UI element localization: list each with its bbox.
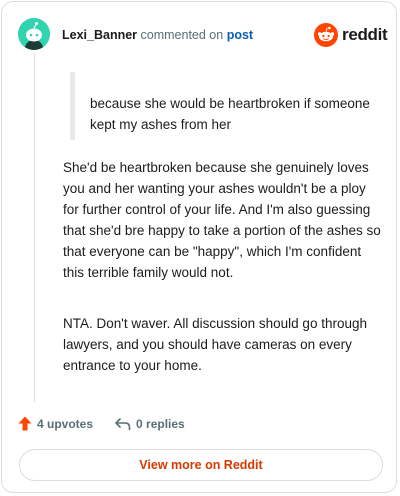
embedded-comment-card: Lexi_Banner commented on post reddit bec… [1,1,397,493]
quoted-text: because she would be heartbroken if some… [90,96,370,132]
upvote-arrow-icon [18,416,32,431]
quote-bar [70,72,75,140]
reddit-logo-icon [314,23,338,47]
reply-count: 0 replies [136,416,185,431]
thread-line [34,54,35,402]
comment-paragraph-2: NTA. Don't waver. All discussion should … [63,316,367,373]
view-more-button[interactable]: View more on Reddit [19,449,383,481]
action-text: commented on [140,28,224,42]
comment-header: Lexi_Banner commented on post [62,28,253,42]
reply-arrow-icon [115,417,131,430]
upvote-count: 4 upvotes [37,416,94,431]
comment-paragraph-1: She'd be heartbroken because she genuine… [63,160,381,280]
post-link[interactable]: post [227,28,253,42]
comment-footer: 4 upvotes 0 replies [18,416,185,431]
upvote-button[interactable]: 4 upvotes [18,416,93,431]
username-link[interactable]: Lexi_Banner [62,28,137,42]
user-avatar-icon[interactable] [18,18,50,50]
reddit-logo[interactable]: reddit [314,23,388,47]
reddit-wordmark: reddit [342,25,388,44]
reply-button[interactable]: 0 replies [114,417,185,431]
